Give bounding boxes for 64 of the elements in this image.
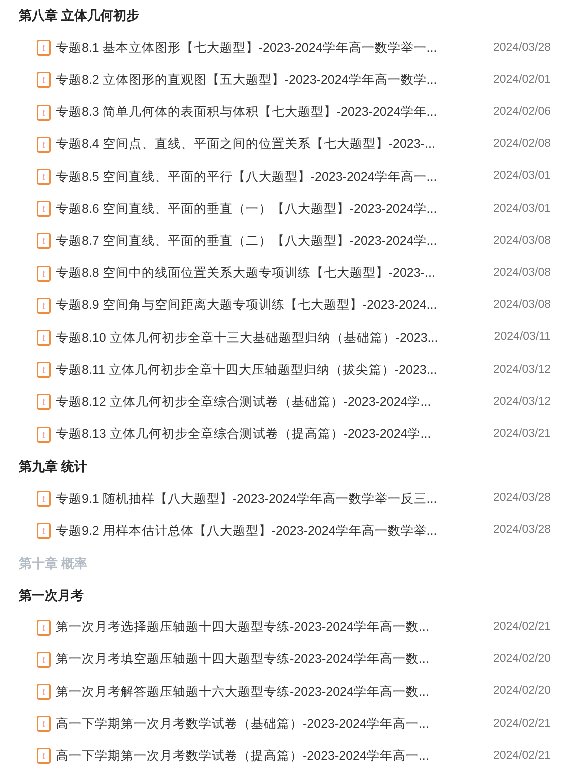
document-link[interactable]: 高一下学期第一次月考数学试卷（提高篇）-2023-2024学年高一... (56, 747, 488, 766)
document-link[interactable]: 第一次月考填空题压轴题十四大题型专练-2023-2024学年高一数... (56, 650, 488, 670)
document-link[interactable]: 专题9.1 随机抽样【八大题型】-2023-2024学年高一数学举一反三... (56, 490, 488, 508)
document-link[interactable]: 专题8.8 空间中的线面位置关系大题专项训练【七大题型】-2023-... (56, 264, 488, 283)
document-icon (37, 620, 51, 636)
document-link[interactable]: 第一次月考选择题压轴题十四大题型专练-2023-2024学年高一数... (56, 618, 488, 638)
date-label: 2024/03/28 (493, 491, 551, 506)
date-label: 2024/03/12 (493, 394, 551, 410)
date-label: 2024/03/08 (493, 298, 551, 314)
document-link[interactable]: 专题8.13 立体几何初步全章综合测试卷（提高篇）-2023-2024学... (56, 425, 488, 444)
document-icon (37, 266, 51, 282)
document-link[interactable]: 第一次月考解答题压轴题十六大题型专练-2023-2024学年高一数... (56, 682, 488, 702)
document-link[interactable]: 专题8.5 空间直线、平面的平行【八大题型】-2023-2024学年高一... (56, 168, 488, 186)
date-label: 2024/02/06 (493, 105, 551, 120)
date-label: 2024/03/01 (493, 169, 551, 184)
document-icon (37, 362, 51, 378)
chapter-heading: 第十章 概率 (19, 554, 88, 573)
document-link[interactable]: 专题8.9 空间角与空间距离大题专项训练【七大题型】-2023-2024... (56, 296, 488, 316)
document-icon (37, 523, 51, 540)
document-icon (37, 748, 51, 764)
date-label: 2024/02/21 (493, 620, 551, 636)
document-icon (37, 201, 51, 218)
document-icon (37, 298, 51, 314)
document-icon (37, 490, 51, 507)
date-label: 2024/02/20 (493, 684, 551, 700)
date-label: 2024/02/21 (493, 716, 551, 732)
document-icon (37, 104, 51, 121)
document-link[interactable]: 专题8.12 立体几何初步全章综合测试卷（基础篇）-2023-2024学... (56, 392, 488, 412)
document-link[interactable]: 专题8.6 空间直线、平面的垂直（一）【八大题型】-2023-2024学... (56, 200, 488, 219)
document-link[interactable]: 专题8.4 空间点、直线、平面之间的位置关系【七大题型】-2023-... (56, 135, 488, 154)
document-link[interactable]: 专题8.10 立体几何初步全章十三大基础题型归纳（基础篇）-2023... (56, 328, 490, 348)
document-icon (37, 426, 51, 443)
document-icon (37, 330, 51, 346)
date-label: 2024/03/12 (493, 362, 551, 378)
date-label: 2024/02/08 (493, 137, 551, 152)
date-label: 2024/02/20 (493, 652, 551, 668)
document-icon (37, 40, 51, 56)
date-label: 2024/03/08 (493, 266, 551, 281)
date-label: 2024/03/28 (493, 523, 551, 538)
document-link[interactable]: 高一下学期第一次月考数学试卷（基础篇）-2023-2024学年高一... (56, 714, 488, 734)
date-label: 2024/03/11 (494, 330, 551, 346)
document-icon (37, 72, 51, 88)
document-icon (37, 394, 51, 410)
chapter-heading: 第九章 统计 (19, 458, 88, 476)
date-label: 2024/03/01 (493, 202, 551, 217)
chapter-heading: 第八章 立体几何初步 (19, 7, 140, 26)
document-icon (37, 136, 51, 153)
document-link[interactable]: 专题8.7 空间直线、平面的垂直（二）【八大题型】-2023-2024学... (56, 232, 488, 251)
document-link[interactable]: 专题8.1 基本立体图形【七大题型】-2023-2024学年高一数学举一... (56, 38, 488, 58)
document-icon (37, 716, 51, 732)
date-label: 2024/03/08 (493, 234, 551, 249)
document-link[interactable]: 专题8.2 立体图形的直观图【五大题型】-2023-2024学年高一数学... (56, 71, 488, 90)
document-icon (37, 169, 51, 186)
document-icon (37, 684, 51, 700)
document-link[interactable]: 专题8.11 立体几何初步全章十四大压轴题型归纳（拔尖篇）-2023... (56, 360, 488, 380)
document-link[interactable]: 专题8.3 简单几何体的表面积与体积【七大题型】-2023-2024学年... (56, 103, 488, 122)
chapter-heading: 第一次月考 (19, 586, 84, 605)
document-icon (37, 233, 51, 250)
date-label: 2024/02/01 (493, 72, 551, 88)
date-label: 2024/03/21 (493, 426, 551, 442)
date-label: 2024/02/21 (493, 748, 551, 764)
document-link[interactable]: 专题9.2 用样本估计总体【八大题型】-2023-2024学年高一数学举... (56, 522, 488, 540)
document-icon (37, 652, 51, 668)
date-label: 2024/03/28 (493, 40, 551, 56)
